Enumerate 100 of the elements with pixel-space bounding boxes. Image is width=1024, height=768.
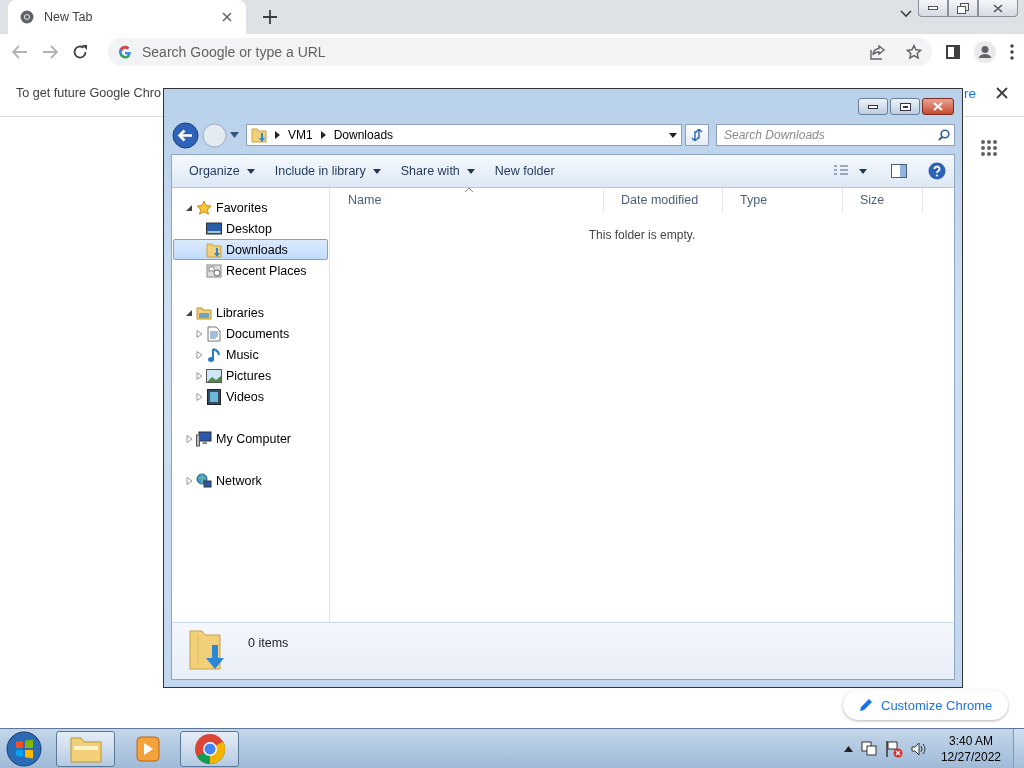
- speaker-icon[interactable]: [910, 741, 927, 756]
- taskbar-button[interactable]: [180, 730, 239, 767]
- back-button-icon[interactable]: [172, 121, 199, 149]
- browser-tab[interactable]: New Tab: [8, 0, 246, 34]
- new-tab-icon[interactable]: [260, 7, 280, 27]
- infobar-message: To get future Google Chro: [16, 86, 161, 100]
- breadcrumb[interactable]: VM1: [288, 128, 313, 142]
- nav-item[interactable]: Documents: [173, 323, 328, 344]
- collapse-arrow-icon[interactable]: [186, 203, 193, 212]
- star-icon: [196, 199, 212, 216]
- monitor-icon: [206, 221, 222, 236]
- taskbar-button[interactable]: [56, 730, 115, 767]
- nav-item[interactable]: Downloads: [173, 239, 328, 260]
- item-count: 0 items: [248, 636, 289, 650]
- pencil-icon: [859, 698, 873, 712]
- address-field[interactable]: Search Google or type a URL: [142, 44, 860, 60]
- expand-arrow-icon[interactable]: [196, 329, 203, 338]
- nav-item[interactable]: Pictures: [173, 365, 328, 386]
- column-header[interactable]: Name: [331, 188, 604, 212]
- column-header[interactable]: Size: [843, 188, 923, 212]
- toolbar-button[interactable]: Share with: [391, 160, 484, 182]
- minimize-icon: [868, 104, 878, 109]
- folder-icon: [196, 304, 212, 321]
- minimize-icon: [928, 6, 938, 10]
- window-icon: [206, 262, 222, 279]
- film-icon: [206, 388, 222, 405]
- minimize-button[interactable]: [918, 0, 948, 17]
- clock-date[interactable]: 12/27/2022: [940, 748, 1001, 765]
- expand-arrow-icon[interactable]: [186, 434, 193, 443]
- close-button[interactable]: [922, 98, 954, 115]
- folder-icon: [206, 241, 222, 258]
- empty-folder-message: This folder is empty.: [588, 228, 696, 242]
- close-icon: [933, 102, 943, 111]
- close-icon: [993, 3, 1003, 13]
- column-header[interactable]: Type: [723, 188, 843, 212]
- chevron-right-icon[interactable]: [275, 131, 280, 139]
- nav-item[interactable]: My Computer: [173, 428, 328, 449]
- address-bar[interactable]: Search Google or type a URL: [108, 38, 932, 66]
- expand-arrow-icon[interactable]: [196, 350, 203, 359]
- chevron-right-icon[interactable]: [320, 131, 326, 139]
- chevron-down-icon[interactable]: [900, 10, 912, 18]
- nav-item[interactable]: Desktop: [173, 218, 328, 239]
- computer-icon: [196, 430, 212, 447]
- folder-icon: [69, 734, 102, 763]
- start-button-icon[interactable]: [4, 729, 44, 768]
- close-icon[interactable]: [996, 87, 1008, 99]
- preview-pane-icon[interactable]: [891, 164, 907, 178]
- nav-item[interactable]: Libraries: [173, 302, 328, 323]
- history-dropdown-icon[interactable]: [230, 132, 239, 138]
- star-icon[interactable]: [906, 44, 922, 60]
- restore-icon: [957, 2, 969, 14]
- expand-arrow-icon[interactable]: [186, 476, 193, 485]
- collapse-arrow-icon[interactable]: [186, 308, 193, 317]
- profile-avatar-icon[interactable]: [974, 41, 996, 63]
- chrome-logo-icon: [193, 732, 226, 765]
- show-hidden-icons-icon[interactable]: [843, 745, 853, 752]
- help-icon[interactable]: [928, 162, 946, 180]
- nav-item[interactable]: Recent Places: [173, 260, 328, 281]
- nav-item[interactable]: Network: [173, 470, 328, 491]
- network-icon[interactable]: [860, 740, 877, 757]
- column-header[interactable]: Date modified: [604, 188, 723, 212]
- caret-icon[interactable]: [859, 168, 867, 174]
- document-icon: [206, 325, 222, 342]
- maximize-button[interactable]: [890, 98, 920, 115]
- flag-icon[interactable]: [884, 739, 903, 758]
- search-icon[interactable]: [938, 129, 950, 141]
- globe-icon: [196, 472, 212, 489]
- nav-item[interactable]: Music: [173, 344, 328, 365]
- dropdown-arrow-icon[interactable]: [669, 132, 677, 138]
- folder-icon: [251, 127, 267, 143]
- play-icon: [135, 735, 160, 762]
- picture-icon: [206, 368, 222, 383]
- restore-button[interactable]: [948, 0, 978, 17]
- google-logo-icon: [118, 45, 132, 59]
- apps-grid-icon[interactable]: [980, 139, 998, 157]
- customize-chrome-button[interactable]: Customize Chrome: [843, 690, 1009, 720]
- folder-icon: [188, 627, 226, 671]
- infobar-link[interactable]: re: [964, 85, 976, 101]
- chrome-logo-icon: [20, 10, 34, 24]
- refresh-icon: [690, 129, 704, 141]
- menu-icon[interactable]: [1010, 44, 1014, 60]
- toolbar-button[interactable]: New folder: [485, 160, 564, 182]
- clock-time[interactable]: 3:40 AM: [948, 732, 993, 749]
- nav-item[interactable]: Videos: [173, 386, 328, 407]
- toolbar-button[interactable]: Organize: [180, 160, 264, 182]
- maximize-icon: [899, 102, 911, 111]
- expand-arrow-icon[interactable]: [196, 371, 203, 380]
- refresh-button[interactable]: [685, 124, 709, 146]
- breadcrumb[interactable]: Downloads: [333, 128, 394, 142]
- expand-arrow-icon[interactable]: [196, 392, 203, 401]
- minimize-button[interactable]: [858, 98, 888, 115]
- close-button[interactable]: [978, 0, 1018, 17]
- reload-icon[interactable]: [72, 44, 88, 60]
- search-box[interactable]: Search Downloads: [716, 124, 955, 146]
- nav-item[interactable]: Favorites: [173, 197, 328, 218]
- search-field[interactable]: Search Downloads: [724, 128, 938, 142]
- address-field[interactable]: VM1 Downloads: [246, 124, 682, 146]
- toolbar-button[interactable]: Include in library: [265, 160, 390, 182]
- share-icon[interactable]: [870, 44, 886, 60]
- side-panel-icon[interactable]: [946, 45, 960, 59]
